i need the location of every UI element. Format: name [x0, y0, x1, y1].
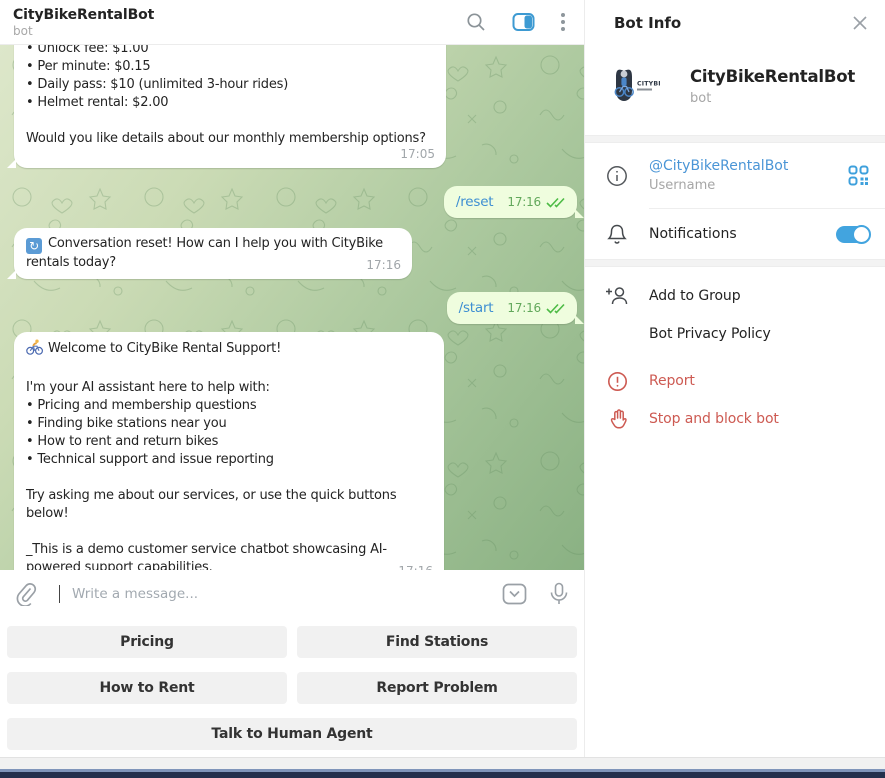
- message-text: • Unlock fee: $1.00 • Per minute: $0.15 …: [26, 45, 426, 146]
- bot-profile: CITYBIKE CityBikeRentalBot bot: [585, 45, 885, 135]
- bot-info-panel: Bot Info CITYBIKE: [584, 0, 885, 757]
- message-time: 17:16: [507, 299, 541, 317]
- message-input[interactable]: [72, 586, 490, 602]
- info-icon: [585, 165, 649, 187]
- message-row: /start 17:16: [0, 292, 584, 324]
- quick-button-pricing[interactable]: Pricing: [7, 626, 287, 658]
- quick-button-how-to-rent[interactable]: How to Rent: [7, 672, 287, 704]
- attach-icon[interactable]: [15, 582, 37, 606]
- notifications-row[interactable]: Notifications: [585, 209, 885, 259]
- message-history[interactable]: • Unlock fee: $1.00 • Per minute: $0.15 …: [0, 45, 584, 570]
- more-menu-icon[interactable]: [561, 13, 565, 31]
- bot-type: bot: [690, 91, 855, 106]
- message-text: Welcome to CityBike Rental Support! I'm …: [26, 341, 396, 570]
- taskbar: [0, 769, 885, 778]
- avatar[interactable]: CITYBIKE: [610, 61, 660, 111]
- avatar-brand-text: CITYBIKE: [637, 81, 660, 88]
- menu-item-label: Add to Group: [649, 288, 740, 304]
- chat-peer-info[interactable]: CityBikeRentalBot bot: [13, 7, 466, 38]
- window-bottom-strip: [0, 757, 885, 769]
- qr-code-icon[interactable]: [848, 165, 869, 186]
- bot-message-welcome[interactable]: Welcome to CityBike Rental Support! I'm …: [14, 332, 444, 570]
- message-time: 17:16: [507, 193, 541, 211]
- hide-keyboard-icon[interactable]: [502, 583, 527, 605]
- menu-item-bot-privacy-policy[interactable]: Bot Privacy Policy: [585, 315, 885, 353]
- panel-title: Bot Info: [614, 14, 852, 32]
- cyclist-emoji-icon: [26, 339, 43, 361]
- username-label: Username: [649, 178, 848, 193]
- reset-emoji-icon: ↻: [26, 238, 42, 254]
- quick-button-talk-to-human[interactable]: Talk to Human Agent: [7, 718, 577, 750]
- section-separator: [585, 259, 885, 267]
- report-icon: [585, 371, 649, 392]
- sidebar-toggle-icon[interactable]: [512, 12, 535, 32]
- chat-title: CityBikeRentalBot: [13, 7, 466, 24]
- menu-item-stop-and-block[interactable]: Stop and block bot: [585, 400, 885, 438]
- chat-subtitle: bot: [13, 24, 466, 38]
- command-link[interactable]: /reset: [456, 193, 494, 211]
- menu-item-label: Bot Privacy Policy: [649, 326, 771, 342]
- message-row: ↻Conversation reset! How can I help you …: [0, 228, 584, 279]
- toggle-knob: [852, 225, 871, 244]
- message-time: 17:16: [398, 562, 433, 570]
- panel-header: Bot Info: [585, 0, 885, 45]
- add-person-icon: [585, 285, 649, 307]
- bot-name: CityBikeRentalBot: [690, 67, 855, 86]
- section-separator: [585, 135, 885, 143]
- bot-message-reset-confirm[interactable]: ↻Conversation reset! How can I help you …: [14, 228, 412, 279]
- quick-button-find-stations[interactable]: Find Stations: [297, 626, 577, 658]
- message-time: 17:16: [366, 256, 401, 274]
- menu-item-add-to-group[interactable]: Add to Group: [585, 277, 885, 315]
- stop-hand-icon: [585, 408, 649, 430]
- quick-button-report-problem[interactable]: Report Problem: [297, 672, 577, 704]
- menu-item-report[interactable]: Report: [585, 362, 885, 400]
- bot-reply-keyboard: Pricing Find Stations How to Rent Report…: [0, 618, 584, 757]
- notifications-toggle[interactable]: [836, 226, 869, 243]
- user-message-start[interactable]: /start 17:16: [447, 292, 577, 324]
- message-time: 17:05: [400, 145, 435, 163]
- read-checks-icon: [546, 197, 565, 208]
- menu-item-label: Report: [649, 373, 695, 389]
- message-text: Conversation reset! How can I help you w…: [26, 236, 383, 270]
- chat-column: CityBikeRentalBot bot: [0, 0, 584, 757]
- bot-username[interactable]: @CityBikeRentalBot: [649, 158, 848, 174]
- notifications-label: Notifications: [649, 226, 836, 242]
- username-row[interactable]: @CityBikeRentalBot Username: [585, 143, 885, 208]
- chat-header: CityBikeRentalBot bot: [0, 0, 584, 45]
- message-row: • Unlock fee: $1.00 • Per minute: $0.15 …: [0, 45, 584, 168]
- message-row: /reset 17:16: [0, 186, 584, 218]
- message-composer: [0, 570, 584, 618]
- close-icon[interactable]: [852, 15, 868, 31]
- search-icon[interactable]: [466, 12, 486, 32]
- voice-message-icon[interactable]: [549, 582, 569, 606]
- message-row: Welcome to CityBike Rental Support! I'm …: [0, 332, 584, 570]
- user-message-reset[interactable]: /reset 17:16: [444, 186, 577, 218]
- text-caret: [59, 585, 60, 603]
- bot-message-pricing[interactable]: • Unlock fee: $1.00 • Per minute: $0.15 …: [14, 45, 446, 168]
- read-checks-icon: [546, 303, 565, 314]
- bot-actions-menu: Add to Group Bot Privacy Policy Report: [585, 267, 885, 438]
- menu-item-label: Stop and block bot: [649, 411, 779, 427]
- command-link[interactable]: /start: [459, 299, 494, 317]
- bell-icon: [585, 223, 649, 245]
- telegram-window: CityBikeRentalBot bot: [0, 0, 885, 757]
